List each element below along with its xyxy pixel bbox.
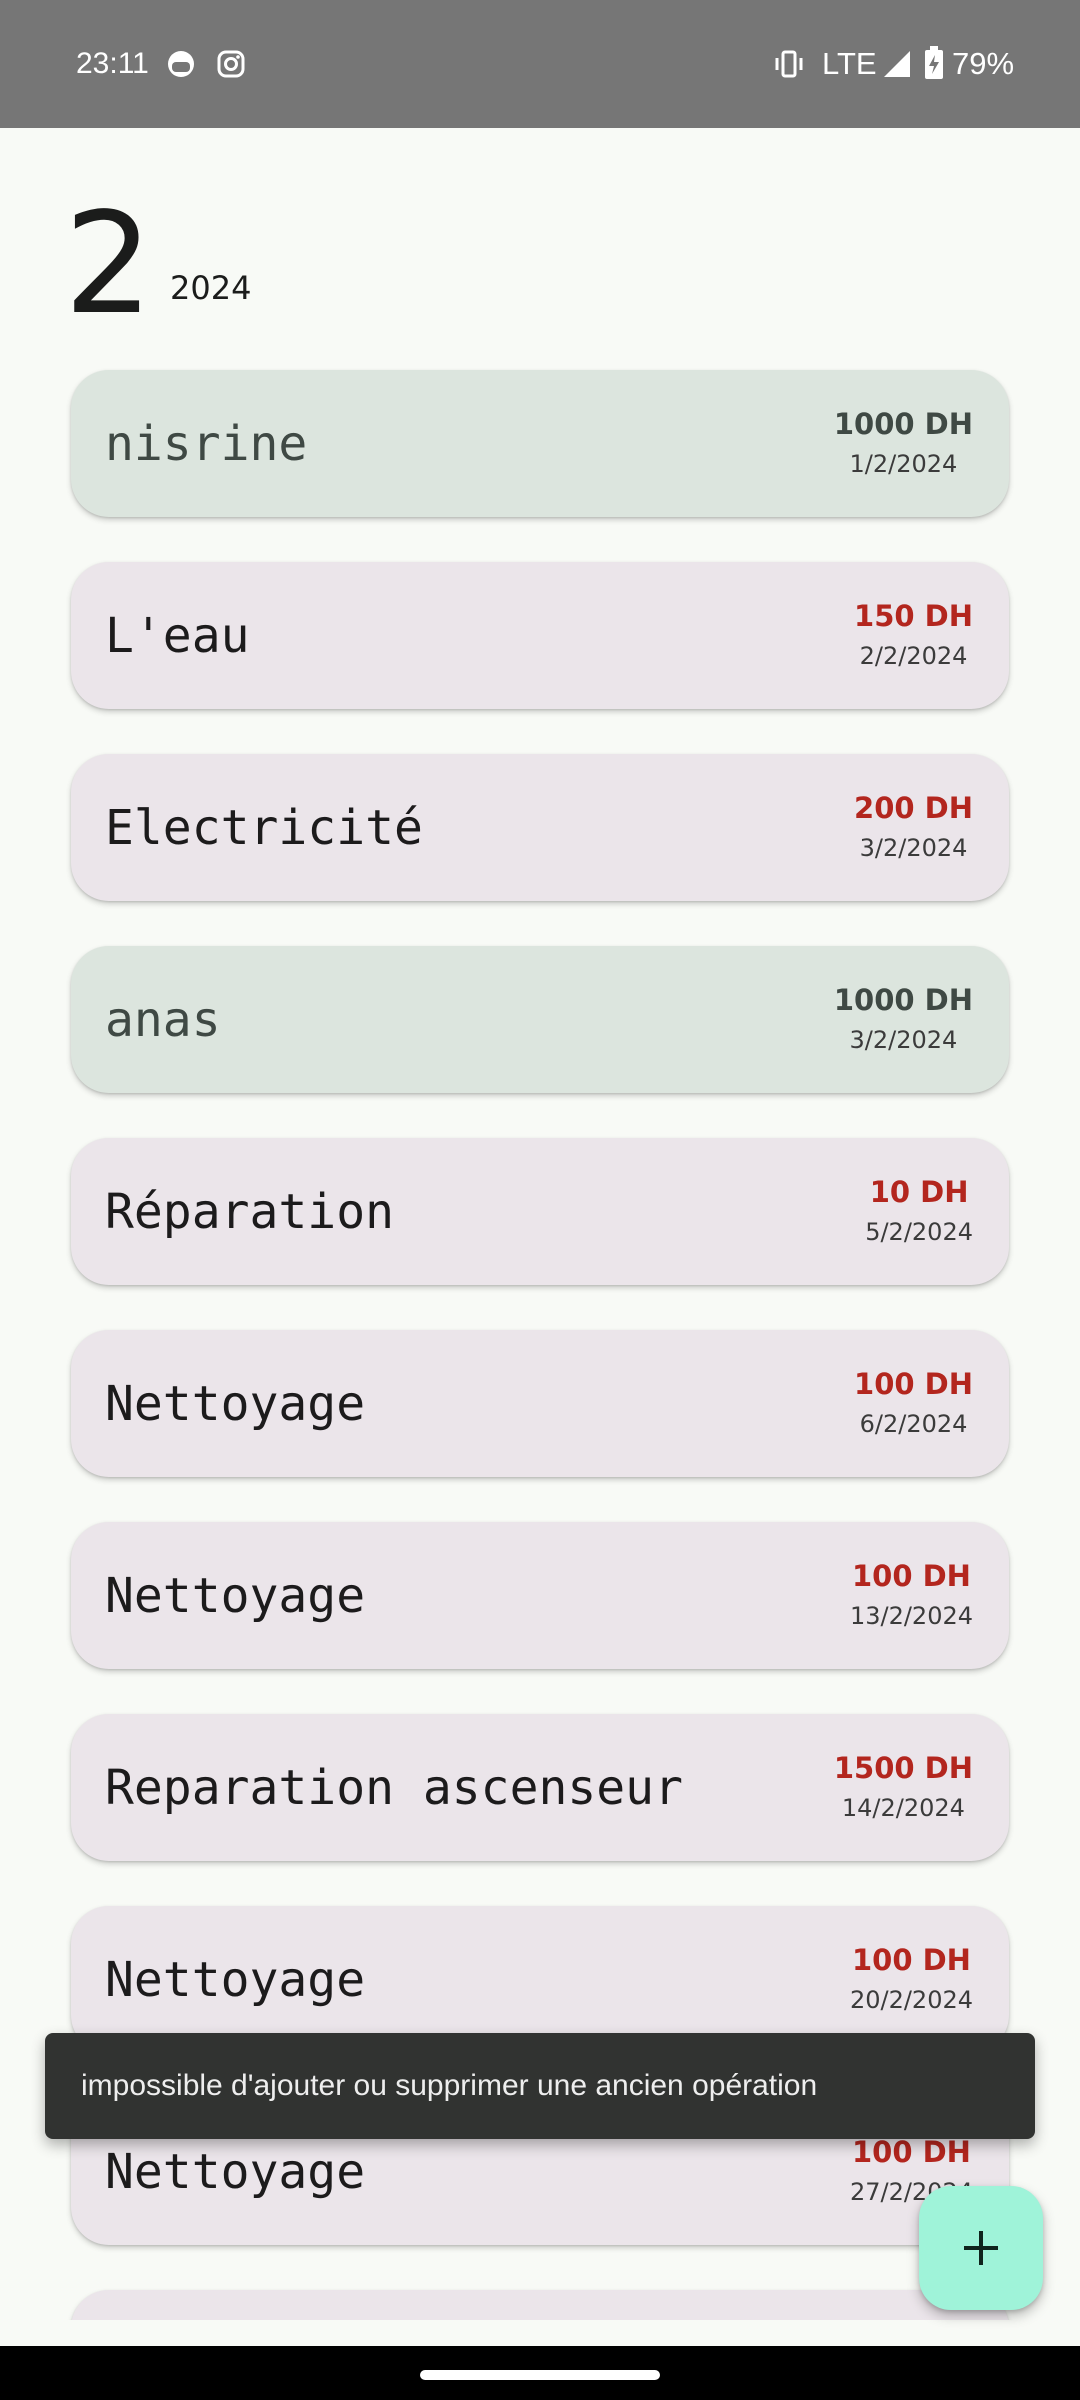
transaction-date: 2/2/2024 (859, 642, 968, 670)
transaction-amount: 10 DH (869, 1175, 969, 1209)
transaction-amount: 1000 DH (833, 983, 973, 1017)
transaction-amount: 200 DH (854, 791, 973, 825)
transaction-meta: 150 DH 2/2/2024 (854, 598, 973, 672)
transaction-title: Réparation (105, 1183, 394, 1240)
navigation-bar (0, 2346, 1080, 2400)
transaction-meta: 1500 DH 14/2/2024 (834, 1750, 973, 1824)
transaction-meta: 100 DH 20/2/2024 (850, 1942, 973, 2016)
transaction-meta: 100 DH 6/2/2024 (854, 1366, 973, 1440)
snackbar: impossible d'ajouter ou supprimer une an… (45, 2033, 1035, 2139)
transaction-card[interactable]: Nettoyage 100 DH 13/2/2024 (71, 1522, 1009, 1669)
transaction-title: anas (105, 991, 221, 1048)
transaction-amount: 100 DH (851, 1943, 971, 1977)
transaction-card[interactable] (71, 2290, 1009, 2320)
transaction-card[interactable]: Electricité 200 DH 3/2/2024 (71, 754, 1009, 901)
transaction-date: 13/2/2024 (849, 1602, 973, 1630)
transaction-title: Electricité (105, 799, 423, 856)
plus-icon (964, 2231, 998, 2265)
transaction-card[interactable]: L'eau 150 DH 2/2/2024 (71, 562, 1009, 709)
transaction-amount: 150 DH (854, 599, 973, 633)
add-operation-button[interactable] (919, 2186, 1043, 2310)
transaction-meta: 100 DH 13/2/2024 (850, 1558, 973, 1632)
transaction-card[interactable]: nisrine 1000 DH 1/2/2024 (71, 370, 1009, 517)
transaction-date: 6/2/2024 (859, 1410, 968, 1438)
snackbar-message: impossible d'ajouter ou supprimer une an… (81, 2069, 818, 2102)
transaction-meta: 1000 DH 1/2/2024 (834, 406, 973, 480)
transaction-card[interactable]: Reparation ascenseur 1500 DH 14/2/2024 (71, 1714, 1009, 1861)
transaction-title: Nettoyage (105, 1567, 366, 1624)
transaction-list[interactable]: nisrine 1000 DH 1/2/2024 L'eau 150 DH 2/… (0, 0, 1080, 2320)
transaction-meta: 10 DH 5/2/2024 (865, 1174, 973, 1248)
transaction-amount: 1500 DH (833, 1751, 973, 1785)
transaction-title: Nettoyage (105, 1375, 366, 1432)
transaction-date: 1/2/2024 (849, 450, 958, 478)
transaction-title: Nettoyage (105, 1951, 366, 2008)
transaction-card[interactable]: anas 1000 DH 3/2/2024 (71, 946, 1009, 1093)
home-gesture-handle[interactable] (420, 2370, 660, 2380)
transaction-meta: 1000 DH 3/2/2024 (834, 982, 973, 1056)
transaction-card[interactable]: Réparation 10 DH 5/2/2024 (71, 1138, 1009, 1285)
transaction-card[interactable]: Nettoyage 100 DH 20/2/2024 (71, 1906, 1009, 2053)
transaction-date: 5/2/2024 (865, 1218, 973, 1246)
transaction-date: 3/2/2024 (849, 1026, 958, 1054)
transaction-date: 3/2/2024 (859, 834, 968, 862)
transaction-title: Reparation ascenseur (105, 1759, 683, 1816)
transaction-date: 14/2/2024 (841, 1794, 965, 1822)
transaction-title: L'eau (105, 607, 250, 664)
transaction-title: Nettoyage (105, 2143, 366, 2200)
transaction-amount: 100 DH (854, 1367, 973, 1401)
transaction-amount: 100 DH (851, 2135, 971, 2169)
transaction-meta: 200 DH 3/2/2024 (854, 790, 973, 864)
transaction-amount: 1000 DH (833, 407, 973, 441)
transaction-title: nisrine (105, 415, 308, 472)
transaction-card[interactable]: Nettoyage 100 DH 6/2/2024 (71, 1330, 1009, 1477)
transaction-amount: 100 DH (851, 1559, 971, 1593)
transaction-date: 20/2/2024 (849, 1986, 973, 2014)
